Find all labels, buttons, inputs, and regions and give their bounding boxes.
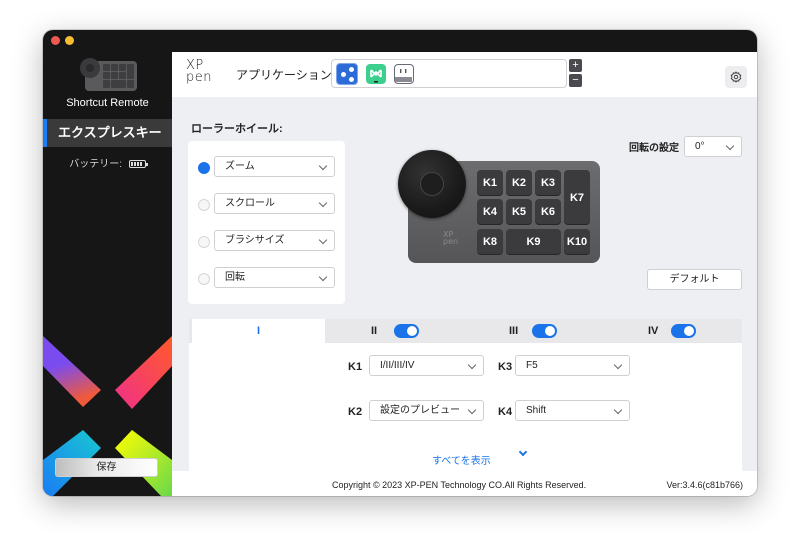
key-k4-dropdown[interactable]: Shift (515, 400, 630, 421)
app-icon-3[interactable] (394, 64, 414, 84)
key-k10[interactable]: K10 (564, 229, 590, 255)
rotation-label: 回転の設定 (629, 143, 679, 154)
chevron-down-icon (467, 405, 477, 415)
key-label-k2: K2 (348, 406, 363, 418)
add-application-button[interactable]: + (569, 59, 582, 72)
key-k2[interactable]: K2 (506, 170, 532, 196)
minimize-window-button[interactable] (65, 36, 74, 45)
group-tabs: I II III IV (189, 319, 742, 343)
chevron-down-icon (613, 360, 623, 370)
roller-dropdown-scroll[interactable]: スクロール (214, 193, 335, 214)
chevron-down-icon (725, 141, 735, 151)
key-k7[interactable]: K7 (564, 170, 590, 225)
device-logo: XP pen (443, 230, 459, 246)
version-text: Ver:3.4.6(c81b766) (666, 480, 743, 490)
key-k3-dropdown[interactable]: F5 (515, 355, 630, 376)
battery-label: バッテリー: (69, 159, 122, 170)
xp-pen-logo: XP pen (186, 58, 212, 85)
roller-wheel[interactable] (398, 150, 466, 218)
device-diagram: XP pen K1 K2 K3 K7 K4 K5 K6 K8 K9 K10 (398, 150, 603, 265)
sidebar: Shortcut Remote エクスプレスキー バッテリー: 保存 (43, 30, 172, 496)
sidebar-item-label: エクスプレスキー (58, 125, 162, 140)
key-k5[interactable]: K5 (506, 199, 532, 225)
key-k6[interactable]: K6 (535, 199, 561, 225)
chevron-down-icon (318, 198, 328, 208)
default-button[interactable]: デフォルト (647, 269, 742, 290)
applications-label: アプリケーション: (236, 68, 336, 82)
key-k4[interactable]: K4 (477, 199, 503, 225)
roller-dropdown-brush-size[interactable]: ブラシサイズ (214, 230, 335, 251)
toggle-group-ii[interactable] (394, 324, 419, 338)
remove-application-button[interactable]: − (569, 74, 582, 87)
roller-radio-brush-size[interactable] (198, 236, 210, 248)
title-bar (172, 30, 757, 52)
key-label-k3: K3 (498, 361, 513, 373)
app-icon-2[interactable] (366, 64, 386, 84)
key-k1-dropdown[interactable]: I/II/III/IV (369, 355, 484, 376)
roller-dropdown-zoom[interactable]: ズーム (214, 156, 335, 177)
app-window: Shortcut Remote エクスプレスキー バッテリー: 保存 XP pe… (43, 30, 757, 496)
settings-button[interactable] (725, 66, 747, 88)
roller-dropdown-rotate[interactable]: 回転 (214, 267, 335, 288)
key-k2-dropdown[interactable]: 設定のプレビュー (369, 400, 484, 421)
save-button[interactable]: 保存 (55, 458, 158, 477)
roller-radio-rotate[interactable] (198, 273, 210, 285)
rotation-dropdown[interactable]: 0° (684, 136, 742, 157)
roller-radio-scroll[interactable] (198, 199, 210, 211)
roller-radio-zoom[interactable] (198, 162, 210, 174)
app-name: Shortcut Remote (66, 97, 149, 109)
close-window-button[interactable] (51, 36, 60, 45)
battery-icon (128, 160, 148, 169)
key-k3[interactable]: K3 (535, 170, 561, 196)
gear-icon (730, 71, 742, 83)
chevron-down-icon (318, 235, 328, 245)
active-indicator (43, 119, 47, 147)
tab-group-iv[interactable]: IV (648, 319, 658, 343)
key-label-k1: K1 (348, 361, 363, 373)
sidebar-item-express-keys[interactable]: エクスプレスキー (43, 119, 172, 147)
roller-options-card: ズーム スクロール ブラシサイズ 回転 (188, 141, 345, 304)
chevron-down-icon (318, 272, 328, 282)
header-bar: XP pen アプリケーション: + − (172, 52, 757, 97)
key-label-k4: K4 (498, 406, 513, 418)
roller-wheel-label: ローラーホイール: (191, 123, 283, 135)
key-k8[interactable]: K8 (477, 229, 503, 255)
applications-list (331, 59, 567, 88)
show-all-link[interactable]: すべてを表示 (432, 452, 491, 467)
tab-group-ii[interactable]: II (371, 319, 377, 343)
device-thumbnail-icon (80, 58, 137, 91)
battery-status: バッテリー: (43, 155, 172, 170)
app-icon-global[interactable] (336, 63, 358, 85)
footer: Copyright © 2023 XP-PEN Technology CO.Al… (172, 471, 757, 496)
key-k9[interactable]: K9 (506, 229, 561, 255)
copyright-text: Copyright © 2023 XP-PEN Technology CO.Al… (332, 480, 587, 490)
key-groups-panel: I II III IV K1 I/II/III/IV K3 F5 K2 設定のプ… (189, 319, 742, 471)
tab-group-iii[interactable]: III (509, 319, 518, 343)
chevron-down-icon (467, 360, 477, 370)
toggle-group-iv[interactable] (671, 324, 696, 338)
tab-group-i[interactable]: I (192, 319, 325, 343)
main-area: XP pen アプリケーション: + − ローラーホイール: ズーム スクロール… (172, 30, 757, 496)
chevron-down-icon (613, 405, 623, 415)
content-area: ローラーホイール: ズーム スクロール ブラシサイズ 回転 XP pen K1 K… (172, 97, 757, 471)
chevron-down-icon[interactable] (518, 447, 528, 457)
key-k1[interactable]: K1 (477, 170, 503, 196)
toggle-group-iii[interactable] (532, 324, 557, 338)
chevron-down-icon (318, 161, 328, 171)
